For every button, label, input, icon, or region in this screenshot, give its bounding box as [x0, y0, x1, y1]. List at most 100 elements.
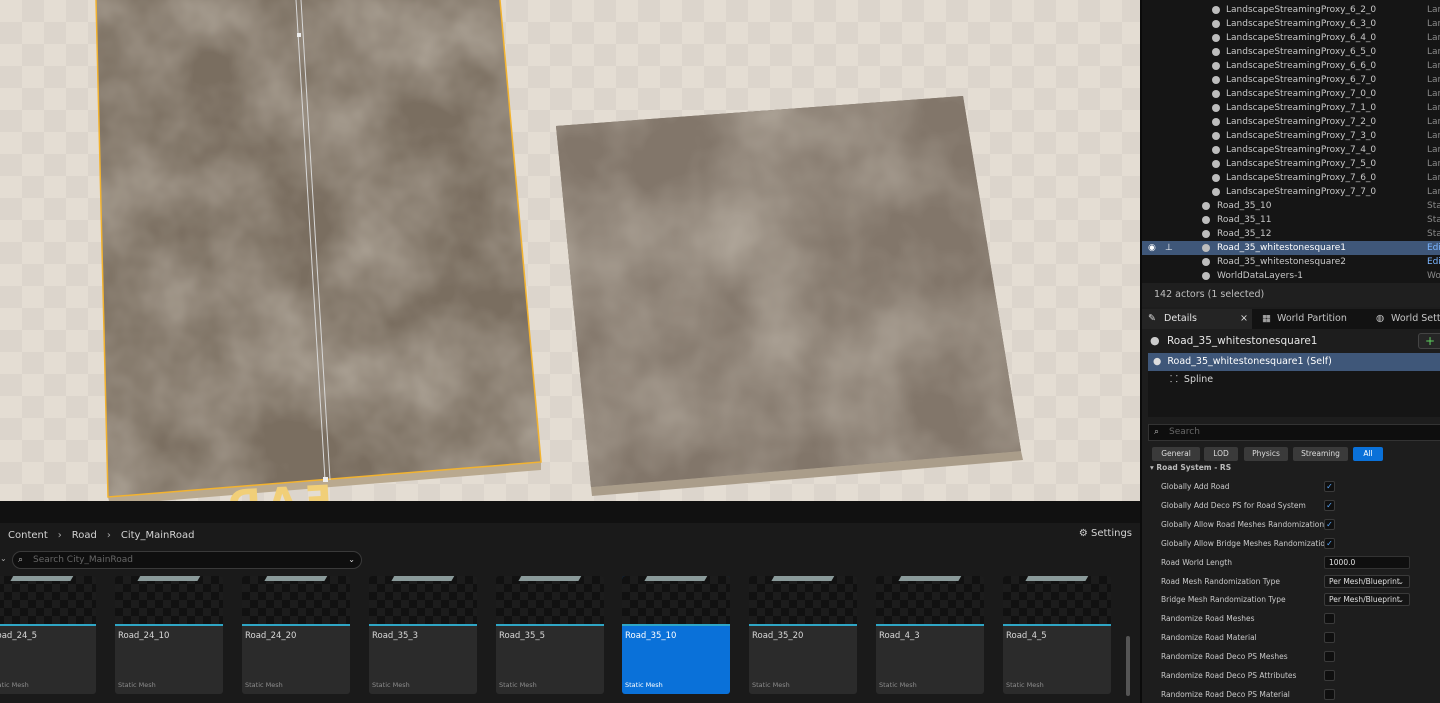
tab-world-settings[interactable]: ◍ World Settin — [1374, 309, 1440, 329]
outliner-row[interactable]: Road_35_12 Sta — [1142, 227, 1440, 241]
asset-tile[interactable]: Road_35_20 Static Mesh — [749, 576, 857, 694]
outliner-row-name: LandscapeStreamingProxy_7_4_0 — [1226, 145, 1377, 155]
asset-tile[interactable]: Road_24_5 Static Mesh — [0, 576, 96, 694]
property-checkbox[interactable] — [1324, 688, 1335, 700]
globe-icon: ◍ — [1376, 313, 1385, 324]
asset-tile[interactable]: Road_35_3 Static Mesh — [369, 576, 477, 694]
content-search-input[interactable]: ⌕ Search City_MainRoad ⌄ — [12, 551, 362, 569]
breadcrumb-city-mainroad[interactable]: City_MainRoad — [121, 530, 195, 541]
property-row: Globally Add Deco PS for Road System ✓ — [1142, 496, 1440, 515]
details-search-input[interactable]: ⌕ Search — [1148, 424, 1440, 441]
property-label: Globally Allow Bridge Meshes Randomizati… — [1161, 538, 1330, 548]
add-component-button[interactable]: + — [1418, 333, 1440, 349]
property-checkbox[interactable]: ✓ — [1324, 518, 1335, 530]
asset-tile[interactable]: Road_4_5 Static Mesh — [1003, 576, 1111, 694]
filter-all[interactable]: All — [1353, 447, 1383, 461]
outliner-row[interactable]: LandscapeStreamingProxy_6_7_0 Lan — [1142, 73, 1440, 87]
asset-thumbnail — [0, 576, 96, 626]
close-icon[interactable]: × — [1240, 309, 1248, 329]
outliner-row-name: LandscapeStreamingProxy_6_3_0 — [1226, 19, 1377, 29]
outliner-row[interactable]: LandscapeStreamingProxy_6_4_0 Lan — [1142, 31, 1440, 45]
asset-name: Road_4_5 — [1006, 631, 1047, 641]
breadcrumb-content[interactable]: Content — [8, 530, 48, 541]
asset-tile[interactable]: Road_35_5 Static Mesh — [496, 576, 604, 694]
property-label: Randomize Road Deco PS Meshes — [1161, 652, 1288, 662]
asset-tile[interactable]: Road_24_10 Static Mesh — [115, 576, 223, 694]
outliner-row-name: LandscapeStreamingProxy_6_5_0 — [1226, 47, 1377, 57]
property-input[interactable]: 1000.0 — [1324, 555, 1410, 569]
outliner-row-name: LandscapeStreamingProxy_6_2_0 — [1226, 5, 1377, 15]
outliner-row[interactable]: LandscapeStreamingProxy_7_4_0 Lan — [1142, 143, 1440, 157]
outliner-row-type: Lan — [1427, 61, 1440, 71]
outliner-row[interactable]: LandscapeStreamingProxy_6_2_0 Lan — [1142, 3, 1440, 17]
property-checkbox[interactable]: ✓ — [1324, 481, 1335, 492]
asset-tile[interactable]: Road_35_10 Static Mesh — [622, 576, 730, 694]
filter-general[interactable]: General — [1152, 447, 1200, 461]
outliner-row-type: Wor — [1427, 271, 1440, 281]
asset-tile[interactable]: Road_4_3 Static Mesh — [876, 576, 984, 694]
content-browser: Content › Road › City_MainRoad ⚙ Setting… — [0, 523, 1140, 703]
outliner-row-type: Sta — [1427, 215, 1440, 225]
level-viewport[interactable]: ᗡAƎ — [0, 0, 1140, 501]
outliner-row-type: Lan — [1427, 19, 1440, 29]
actor-icon — [1202, 216, 1210, 224]
component-self[interactable]: ● Road_35_whitestonesquare1 (Self) — [1148, 353, 1440, 371]
outliner-row-name: LandscapeStreamingProxy_7_0_0 — [1226, 89, 1377, 99]
property-checkbox[interactable]: ✓ — [1324, 499, 1335, 511]
property-row: Globally Add Road ✓ — [1142, 477, 1440, 496]
outliner-row-name: LandscapeStreamingProxy_7_2_0 — [1226, 117, 1377, 127]
filter-lod[interactable]: LOD — [1204, 447, 1238, 461]
viewport-divider — [0, 501, 1140, 523]
outliner-row[interactable]: Road_35_whitestonesquare2 Edi — [1142, 255, 1440, 269]
outliner-row-type: Sta — [1427, 201, 1440, 211]
property-checkbox[interactable] — [1324, 670, 1335, 681]
property-checkbox[interactable] — [1324, 651, 1335, 663]
outliner-row[interactable]: LandscapeStreamingProxy_7_2_0 Lan — [1142, 115, 1440, 129]
breadcrumb-road[interactable]: Road — [72, 530, 97, 541]
outliner-row[interactable]: LandscapeStreamingProxy_6_6_0 Lan — [1142, 59, 1440, 73]
settings-button[interactable]: ⚙ Settings — [1079, 528, 1132, 539]
outliner-row-type: Lan — [1427, 75, 1440, 85]
property-label: Globally Allow Road Meshes Randomization — [1161, 519, 1325, 529]
asset-type: Static Mesh — [879, 681, 917, 689]
outliner-row[interactable]: WorldDataLayers-1 Wor — [1142, 269, 1440, 283]
filter-physics[interactable]: Physics — [1244, 447, 1288, 461]
tab-details[interactable]: ✎ Details × — [1142, 309, 1252, 329]
category-road-system[interactable]: ▾ Road System - RS — [1150, 463, 1231, 472]
search-row: ⌄ ⌕ Search City_MainRoad ⌄ — [0, 551, 362, 569]
tab-world-partition[interactable]: ▦ World Partition — [1260, 309, 1370, 329]
viewport-scene — [95, 0, 1023, 501]
outliner-row-type: Lan — [1427, 47, 1440, 57]
outliner-row[interactable]: LandscapeStreamingProxy_6_3_0 Lan — [1142, 17, 1440, 31]
filter-streaming[interactable]: Streaming — [1293, 447, 1348, 461]
outliner-row[interactable]: ◉ ⊥ Road_35_whitestonesquare1 Edi — [1142, 241, 1440, 255]
outliner-row[interactable]: LandscapeStreamingProxy_7_6_0 Lan — [1142, 171, 1440, 185]
outliner-row[interactable]: LandscapeStreamingProxy_7_1_0 Lan — [1142, 101, 1440, 115]
breadcrumb: Content › Road › City_MainRoad — [0, 523, 1140, 547]
property-checkbox[interactable] — [1324, 632, 1335, 644]
scrollbar[interactable] — [1126, 636, 1130, 696]
eye-icon[interactable]: ◉ — [1148, 241, 1156, 255]
property-checkbox[interactable]: ✓ — [1324, 537, 1335, 549]
component-tree: ● Road_35_whitestonesquare1 (Self) ⸬ Spl… — [1148, 353, 1440, 417]
outliner-row-name: Road_35_12 — [1217, 229, 1272, 239]
chevron-down-icon[interactable]: ⌄ — [0, 554, 7, 563]
property-select[interactable]: Per Mesh/Blueprint ⌄ — [1324, 593, 1410, 607]
outliner-row[interactable]: Road_35_10 Sta — [1142, 199, 1440, 213]
pin-icon[interactable]: ⊥ — [1165, 241, 1173, 255]
category-label: Road System - RS — [1156, 463, 1232, 472]
property-checkbox[interactable] — [1324, 613, 1335, 625]
outliner-row[interactable]: LandscapeStreamingProxy_7_3_0 Lan — [1142, 129, 1440, 143]
asset-tile[interactable]: Road_24_20 Static Mesh — [242, 576, 350, 694]
outliner-row[interactable]: LandscapeStreamingProxy_7_7_0 Lan — [1142, 185, 1440, 199]
actor-icon — [1212, 174, 1220, 182]
property-select[interactable]: Per Mesh/Blueprint ⌄ — [1324, 574, 1410, 588]
component-spline[interactable]: ⸬ Spline — [1148, 371, 1440, 389]
outliner-row[interactable]: LandscapeStreamingProxy_7_5_0 Lan — [1142, 157, 1440, 171]
outliner-row-type: Sta — [1427, 229, 1440, 239]
actor-icon — [1212, 188, 1220, 196]
dropdown-icon[interactable]: ⌄ — [348, 552, 355, 568]
outliner-row[interactable]: LandscapeStreamingProxy_6_5_0 Lan — [1142, 45, 1440, 59]
outliner-row[interactable]: Road_35_11 Sta — [1142, 213, 1440, 227]
outliner-row[interactable]: LandscapeStreamingProxy_7_0_0 Lan — [1142, 87, 1440, 101]
